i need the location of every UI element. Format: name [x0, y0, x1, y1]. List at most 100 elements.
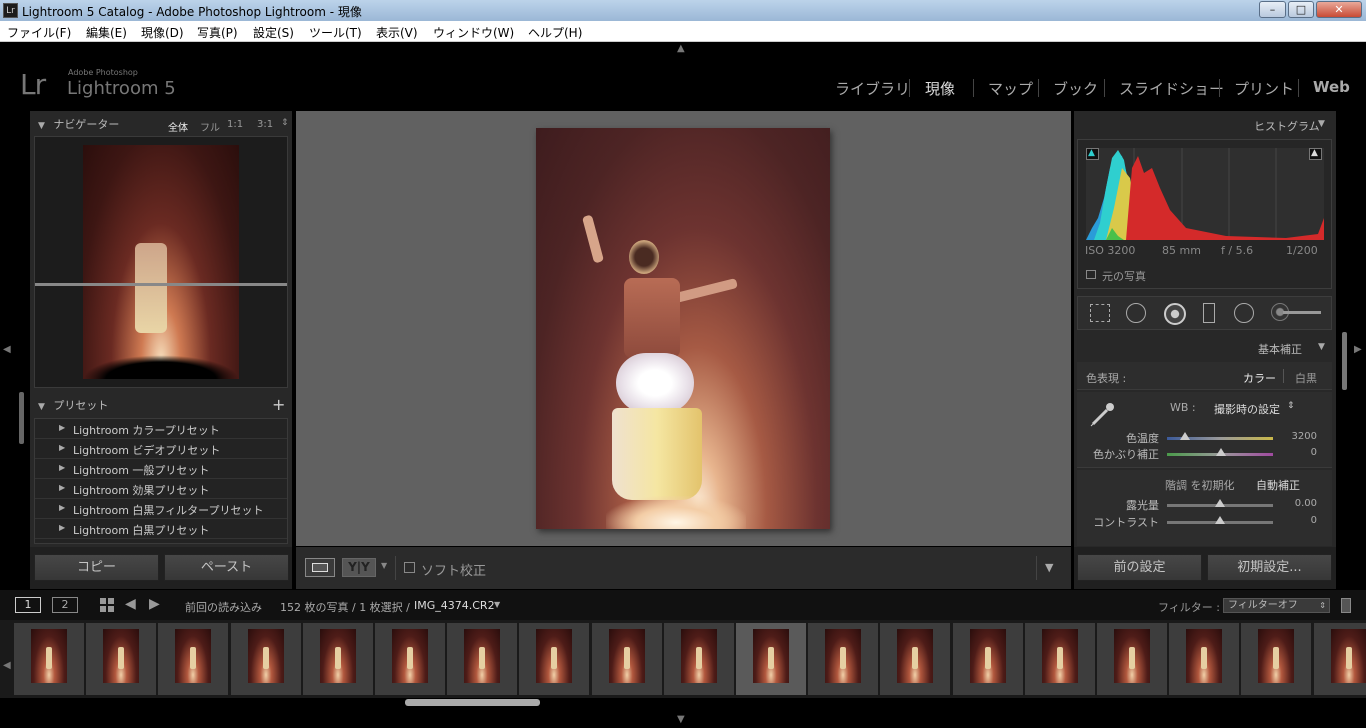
menu-file[interactable]: ファイル(F): [7, 24, 71, 41]
contrast-slider-knob[interactable]: [1215, 516, 1225, 524]
filmstrip-thumbnail[interactable]: [1313, 623, 1366, 695]
soft-proof-checkbox[interactable]: [404, 562, 415, 573]
navigator-header[interactable]: ▼ ナビゲーター: [38, 116, 119, 138]
main-photo[interactable]: [536, 128, 830, 529]
list-item[interactable]: ▶ Lightroom カラープリセット: [35, 419, 287, 439]
menu-develop[interactable]: 現像(D): [141, 24, 184, 41]
navigator-preview[interactable]: [34, 136, 288, 388]
selected-filename[interactable]: IMG_4374.CR2: [414, 599, 495, 612]
filmstrip-thumbnail[interactable]: [952, 623, 1023, 695]
exposure-slider-knob[interactable]: [1215, 499, 1225, 507]
tint-slider-knob[interactable]: [1216, 448, 1226, 456]
temp-slider-knob[interactable]: [1180, 432, 1190, 440]
filter-dropdown[interactable]: フィルターオフ ⇕: [1223, 598, 1330, 613]
left-scrollbar[interactable]: [19, 392, 24, 444]
tone-reset-label[interactable]: 階調 を初期化: [1165, 477, 1235, 493]
copy-button[interactable]: コピー: [34, 554, 159, 581]
before-after-button[interactable]: Y|Y: [342, 558, 376, 577]
filmstrip-thumbnail[interactable]: [302, 623, 373, 695]
filmstrip-thumbnail[interactable]: [375, 623, 445, 695]
primary-window-button[interactable]: 1: [15, 597, 41, 613]
filmstrip-thumbnail[interactable]: [447, 623, 518, 695]
treatment-color[interactable]: カラー: [1243, 370, 1276, 386]
previous-settings-button[interactable]: 前の設定: [1077, 554, 1202, 581]
menu-photo[interactable]: 写真(P): [197, 24, 238, 41]
highlight-clipping-toggle[interactable]: ▲: [1309, 148, 1322, 160]
wb-stepper-icon[interactable]: ⇕: [1287, 401, 1295, 411]
zoom-3-1[interactable]: 3:1: [257, 119, 273, 130]
treatment-bw[interactable]: 白黒: [1295, 370, 1317, 386]
red-eye-icon[interactable]: [1164, 303, 1186, 325]
menu-view[interactable]: 表示(V): [376, 24, 418, 41]
view-loupe-button[interactable]: [305, 558, 335, 577]
histogram-graph[interactable]: [1086, 148, 1324, 240]
menu-help[interactable]: ヘルプ(H): [528, 24, 582, 41]
list-item[interactable]: ▶ Lightroom 白黒プリセット: [35, 519, 287, 539]
radial-filter-icon[interactable]: [1234, 303, 1254, 323]
grid-view-icon[interactable]: [100, 598, 114, 612]
auto-tone-button[interactable]: 自動補正: [1256, 477, 1300, 493]
zoom-1-1[interactable]: 1:1: [227, 119, 243, 130]
maximize-button[interactable]: □: [1288, 1, 1314, 18]
presets-header[interactable]: ▼ プリセット: [38, 397, 108, 419]
filmstrip-scrollbar[interactable]: [405, 699, 540, 706]
shadow-clipping-toggle[interactable]: ▲: [1086, 148, 1099, 160]
forward-arrow-icon[interactable]: ▶: [149, 596, 160, 612]
filmstrip-source[interactable]: 前回の読み込み: [185, 599, 262, 615]
list-item[interactable]: ▶ Lightroom 効果プリセット: [35, 479, 287, 499]
filmstrip-thumbnail[interactable]: [880, 623, 951, 695]
module-book[interactable]: ブック: [1053, 78, 1098, 99]
left-panel-toggle-icon[interactable]: ◀: [3, 344, 11, 355]
module-develop[interactable]: 現像: [925, 78, 955, 99]
filmstrip-thumbnail[interactable]: [230, 623, 301, 695]
zoom-fill[interactable]: フル: [200, 119, 220, 134]
add-preset-icon[interactable]: +: [272, 395, 285, 414]
before-after-dropdown-icon[interactable]: ▼: [381, 561, 387, 570]
filmstrip-thumbnail[interactable]: [736, 623, 806, 695]
filmstrip-thumbnail[interactable]: [86, 623, 157, 695]
menu-tools[interactable]: ツール(T): [309, 24, 362, 41]
filmstrip-thumbnail[interactable]: [1169, 623, 1240, 695]
reset-button[interactable]: 初期設定...: [1207, 554, 1332, 581]
filmstrip-thumbnail[interactable]: [158, 623, 229, 695]
contrast-value[interactable]: 0: [1285, 515, 1317, 526]
menu-settings[interactable]: 設定(S): [253, 24, 294, 41]
menu-window[interactable]: ウィンドウ(W): [433, 24, 514, 41]
image-workspace[interactable]: [296, 111, 1071, 546]
crop-icon[interactable]: [1090, 304, 1110, 322]
back-arrow-icon[interactable]: ◀: [125, 596, 136, 612]
list-item[interactable]: ▶ Lightroom ビデオプリセット: [35, 439, 287, 459]
original-photo-checkbox[interactable]: [1086, 270, 1096, 279]
toolbar-menu-icon[interactable]: ▼: [1045, 561, 1053, 574]
filename-dropdown-icon[interactable]: ▼: [494, 600, 500, 609]
tint-value[interactable]: 0: [1285, 447, 1317, 458]
close-button[interactable]: ✕: [1316, 1, 1362, 18]
menu-edit[interactable]: 編集(E): [86, 24, 127, 41]
filmstrip-thumbnail[interactable]: [1241, 623, 1312, 695]
graduated-filter-icon[interactable]: [1203, 303, 1215, 323]
module-print[interactable]: プリント: [1234, 78, 1294, 99]
filmstrip-toggle-icon[interactable]: ▼: [677, 714, 685, 725]
filmstrip-thumbnail[interactable]: [519, 623, 590, 695]
filmstrip-thumbnail[interactable]: [1024, 623, 1095, 695]
filmstrip-left-icon[interactable]: ◀: [3, 660, 11, 671]
collapse-triangle-icon[interactable]: ▼: [1318, 342, 1325, 352]
zoom-fit[interactable]: 全体: [168, 119, 188, 134]
module-map[interactable]: マップ: [988, 78, 1033, 99]
list-item[interactable]: ▶ Lightroom 白黒フィルタープリセット: [35, 499, 287, 519]
collapse-triangle-icon[interactable]: ▼: [1318, 119, 1325, 129]
filter-lock-toggle[interactable]: [1341, 598, 1351, 613]
filmstrip-thumbnail[interactable]: [663, 623, 734, 695]
module-web[interactable]: Web: [1313, 78, 1350, 96]
right-panel-toggle-icon[interactable]: ▶: [1354, 344, 1362, 355]
module-library[interactable]: ライブラリ: [835, 78, 910, 99]
minimize-button[interactable]: –: [1259, 1, 1286, 18]
filmstrip-thumbnail[interactable]: [1097, 623, 1167, 695]
list-item[interactable]: ▶ Lightroom 一般プリセット: [35, 459, 287, 479]
wb-eyedropper-icon[interactable]: [1087, 398, 1117, 428]
filmstrip-thumbnail[interactable]: [808, 623, 879, 695]
temp-value[interactable]: 3200: [1285, 431, 1317, 442]
spot-removal-icon[interactable]: [1126, 303, 1146, 323]
top-panel-toggle-icon[interactable]: ▲: [677, 43, 685, 54]
secondary-window-button[interactable]: 2: [52, 597, 78, 613]
